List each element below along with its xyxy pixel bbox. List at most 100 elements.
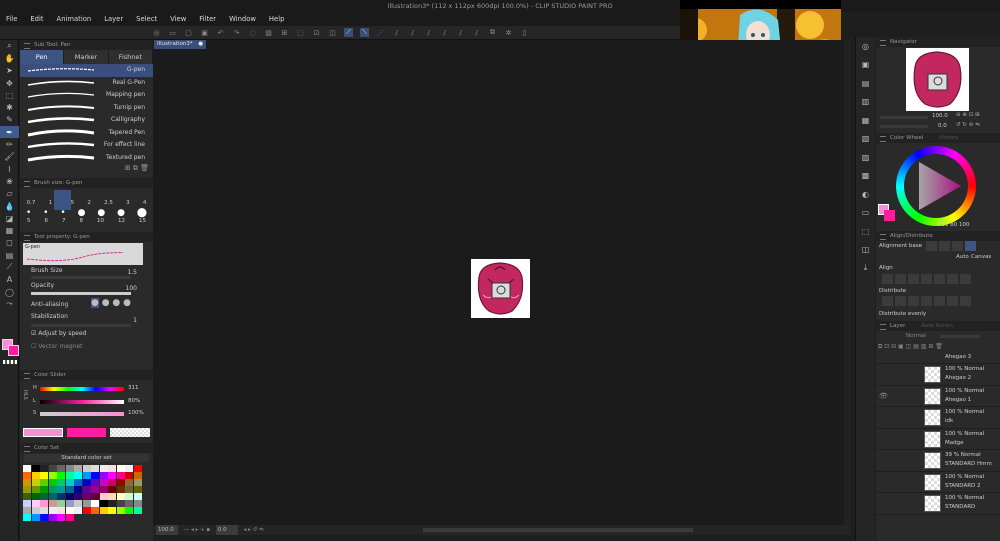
color-swatch[interactable] xyxy=(108,500,116,507)
anti-aliasing-options[interactable]: ● ● ● ● xyxy=(91,298,131,308)
color-swatch[interactable] xyxy=(65,486,74,493)
color-swatch[interactable] xyxy=(57,486,65,493)
undo-icon[interactable]: ↶ xyxy=(216,29,225,37)
smartphone-icon[interactable]: ▯ xyxy=(520,29,529,37)
color-swatch[interactable] xyxy=(91,479,99,486)
color-swatch[interactable] xyxy=(133,486,142,493)
brush-preset-4-icon[interactable]: ∕ xyxy=(440,29,449,37)
move-tool-icon[interactable]: ✋ xyxy=(0,52,19,64)
crop-icon[interactable]: ⊡ xyxy=(312,29,321,37)
color-swatch[interactable] xyxy=(74,479,82,486)
color-swatch[interactable] xyxy=(99,472,108,479)
opacity-value[interactable]: 100 xyxy=(126,285,137,292)
layer-row[interactable]: Ahegao 3 xyxy=(876,353,1000,364)
new-icon[interactable]: ▭ xyxy=(168,29,177,37)
opacity-slider[interactable] xyxy=(31,292,131,295)
color-swatch[interactable] xyxy=(40,507,48,514)
color-swatch[interactable] xyxy=(57,479,65,486)
color-swatch[interactable] xyxy=(48,493,57,500)
snap-ruler-icon[interactable]: ⟋ xyxy=(344,28,353,37)
brush-tool-icon[interactable]: 🖌 xyxy=(0,151,19,163)
brush-preset-1-icon[interactable]: ∕ xyxy=(392,29,401,37)
rotation-controls[interactable]: ◂ ▸ ↺ ⇋ xyxy=(244,527,264,533)
color-swatch[interactable] xyxy=(91,500,99,507)
history-icon[interactable]: ▦ xyxy=(856,111,875,130)
canvas-document[interactable] xyxy=(471,259,530,318)
navigator-rotate-buttons[interactable]: ↺ ↻ ⊚ ⇋ xyxy=(956,122,980,128)
transparent-color-swatch[interactable] xyxy=(3,360,17,364)
canvas-horizontal-scrollbar[interactable] xyxy=(423,528,693,532)
color-swatch[interactable] xyxy=(57,507,65,514)
color-swatch[interactable] xyxy=(31,486,40,493)
brush-calligraphy[interactable]: Calligraphy xyxy=(20,114,153,127)
color-swatch[interactable] xyxy=(99,486,108,493)
transparent-color-chip[interactable] xyxy=(110,428,150,437)
layer-row[interactable]: 👁 100 % Normal Ahegao 1 xyxy=(876,386,1000,407)
animation-cels-icon[interactable]: ▩ xyxy=(856,167,875,186)
color-swatch[interactable] xyxy=(125,500,133,507)
color-swatch[interactable] xyxy=(125,465,133,472)
brush-size-option[interactable]: 6 xyxy=(45,218,49,224)
color-swatch[interactable] xyxy=(57,465,65,472)
tab-auto-action[interactable]: Auto Action xyxy=(921,323,953,329)
color-swatch[interactable] xyxy=(48,514,57,521)
color-swatch[interactable] xyxy=(108,479,116,486)
color-swatch[interactable] xyxy=(57,493,65,500)
snap-grid-icon[interactable]: ⋰ xyxy=(376,29,385,37)
brush-preset-6-icon[interactable]: ∕ xyxy=(472,29,481,37)
color-swatch[interactable] xyxy=(31,514,40,521)
material-icon[interactable]: ◫ xyxy=(856,241,875,260)
color-swatch[interactable] xyxy=(31,472,40,479)
color-swatch[interactable] xyxy=(133,500,142,507)
brush-size-option[interactable]: 2 xyxy=(87,200,91,206)
hue-value[interactable]: 311 xyxy=(128,385,139,391)
lightness-slider[interactable] xyxy=(40,400,124,404)
blend-tool-icon[interactable]: 💧 xyxy=(0,200,19,212)
hue-slider[interactable] xyxy=(40,387,124,391)
brush-size-slider[interactable] xyxy=(31,276,131,279)
layer-row[interactable]: 100 % Normal STANDARD 2 xyxy=(876,472,1000,493)
color-swatch[interactable] xyxy=(48,472,57,479)
vector-magnet-checkbox[interactable]: ☐ Vector magnet xyxy=(31,343,147,356)
alignment-canvas[interactable]: Canvas xyxy=(971,254,991,260)
brush-preset-2-icon[interactable]: ∕ xyxy=(408,29,417,37)
alignment-auto[interactable]: Auto xyxy=(956,254,969,260)
color-swatch[interactable] xyxy=(133,479,142,486)
color-swatch[interactable] xyxy=(23,514,31,521)
info-icon[interactable]: ▥ xyxy=(856,93,875,112)
fill-icon[interactable]: ▨ xyxy=(264,29,273,37)
color-swatch[interactable] xyxy=(108,493,116,500)
color-swatch[interactable] xyxy=(31,465,40,472)
navigator-zoom-buttons[interactable]: ⊖ ⊕ ⊡ ⊞ xyxy=(956,112,980,118)
color-swatch[interactable] xyxy=(65,465,74,472)
gear-icon[interactable]: ✲ xyxy=(504,29,513,37)
brush-size-value[interactable]: 1.5 xyxy=(127,269,137,276)
color-swatch[interactable] xyxy=(82,507,91,514)
color-swatch[interactable] xyxy=(48,479,57,486)
airbrush-tool-icon[interactable]: ⌇ xyxy=(0,163,19,175)
color-swatch[interactable] xyxy=(48,507,57,514)
color-swatch[interactable] xyxy=(57,500,65,507)
brush-tapered-pen[interactable]: Tapered Pen xyxy=(20,127,153,140)
align-buttons[interactable] xyxy=(882,274,973,286)
clip-studio-icon[interactable]: ◎ xyxy=(152,29,161,37)
color-swatch[interactable] xyxy=(125,493,133,500)
navigator-angle-slider[interactable] xyxy=(880,125,928,128)
color-swatch[interactable] xyxy=(23,507,31,514)
auto-select-tool-icon[interactable]: ✱ xyxy=(0,101,19,113)
color-swatch[interactable] xyxy=(23,486,31,493)
export-icon[interactable]: ⤓ xyxy=(856,259,875,278)
gradient-tool-icon[interactable]: ▦ xyxy=(0,224,19,236)
color-swatch[interactable] xyxy=(99,479,108,486)
layer-tool-icons[interactable]: ⧉ ⊡ ⊟ ▣ ◫ ▤ ▥ ⊞ 🗑 xyxy=(878,343,943,350)
navigator-icon[interactable]: ◎ xyxy=(856,37,875,56)
brush-size-option[interactable]: 10 xyxy=(97,218,104,224)
brush-textured-pen[interactable]: Textured pen xyxy=(20,152,153,165)
menu-help[interactable]: Help xyxy=(269,15,285,23)
color-swatch[interactable] xyxy=(125,472,133,479)
color-swatch[interactable] xyxy=(31,500,40,507)
layer-row[interactable]: 100 % Normal Madge xyxy=(876,429,1000,450)
color-swatch[interactable] xyxy=(74,465,82,472)
clear-icon[interactable]: ◌ xyxy=(248,29,257,37)
color-swatch[interactable] xyxy=(74,507,82,514)
